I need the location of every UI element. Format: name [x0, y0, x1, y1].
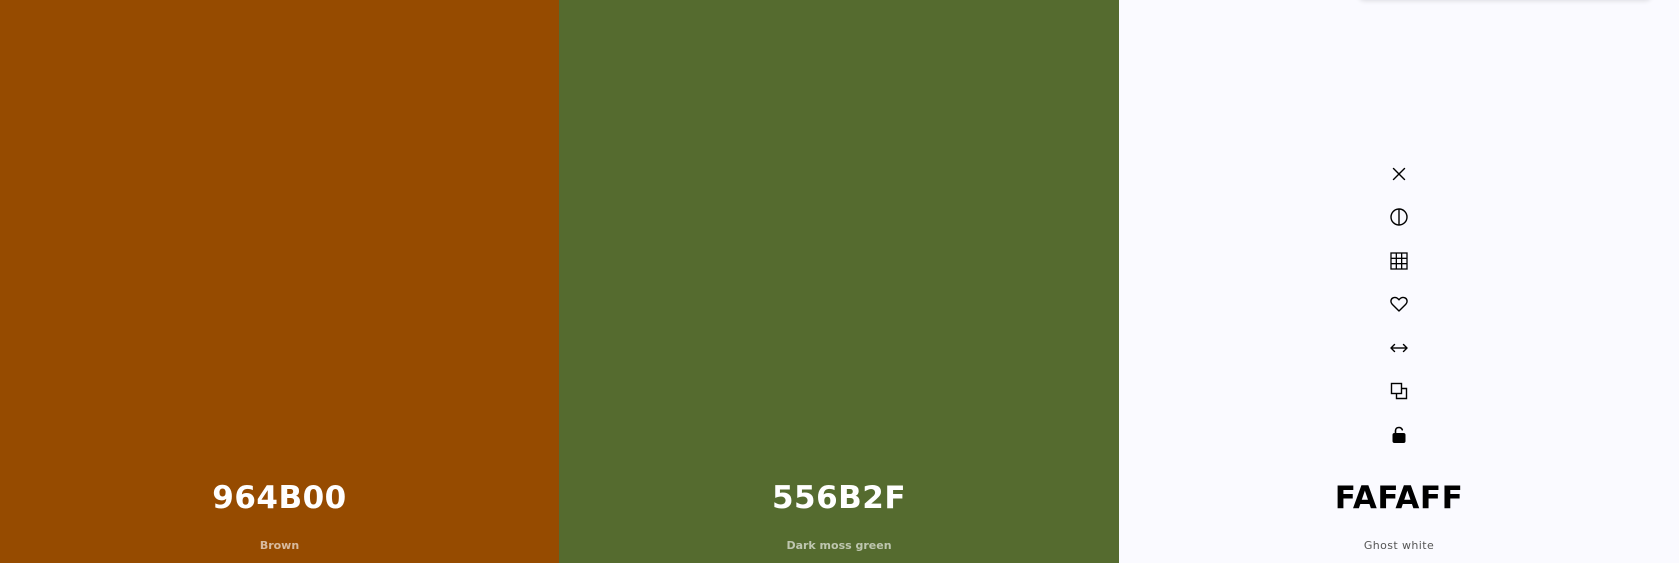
- contrast-icon: [1390, 208, 1408, 226]
- color-palette: 964B00 Brown 556B2F Dark moss green FAFA…: [0, 0, 1679, 563]
- arrows-horizontal-icon: [1390, 343, 1408, 352]
- swatch-toolbar: [1381, 152, 1417, 457]
- copy-icon: [1390, 383, 1408, 400]
- remove-color-button[interactable]: [1383, 152, 1415, 196]
- view-shades-button[interactable]: [1383, 196, 1415, 240]
- heart-icon: [1390, 297, 1408, 312]
- copy-hex-button[interactable]: [1383, 370, 1415, 414]
- color-swatch-dark-moss-green[interactable]: 556B2F Dark moss green: [559, 0, 1119, 563]
- swatch-hex-code[interactable]: FAFAFF: [1119, 480, 1679, 516]
- swatch-hex-code[interactable]: 556B2F: [559, 480, 1119, 516]
- close-icon: [1392, 167, 1406, 180]
- save-color-button[interactable]: [1383, 283, 1415, 327]
- swatch-color-name[interactable]: Brown: [0, 539, 559, 552]
- shades-grid-button[interactable]: [1383, 239, 1415, 283]
- color-swatch-ghost-white[interactable]: FAFAFF Ghost white: [1119, 0, 1679, 563]
- swatch-hex-code[interactable]: 964B00: [0, 480, 559, 516]
- color-swatch-brown[interactable]: 964B00 Brown: [0, 0, 559, 563]
- unlock-icon: [1392, 426, 1406, 443]
- swatch-color-name[interactable]: Dark moss green: [559, 539, 1119, 552]
- swatch-color-name[interactable]: Ghost white: [1119, 539, 1679, 552]
- grid-icon: [1390, 252, 1408, 270]
- drag-color-button[interactable]: [1383, 326, 1415, 370]
- lock-color-button[interactable]: [1383, 413, 1415, 457]
